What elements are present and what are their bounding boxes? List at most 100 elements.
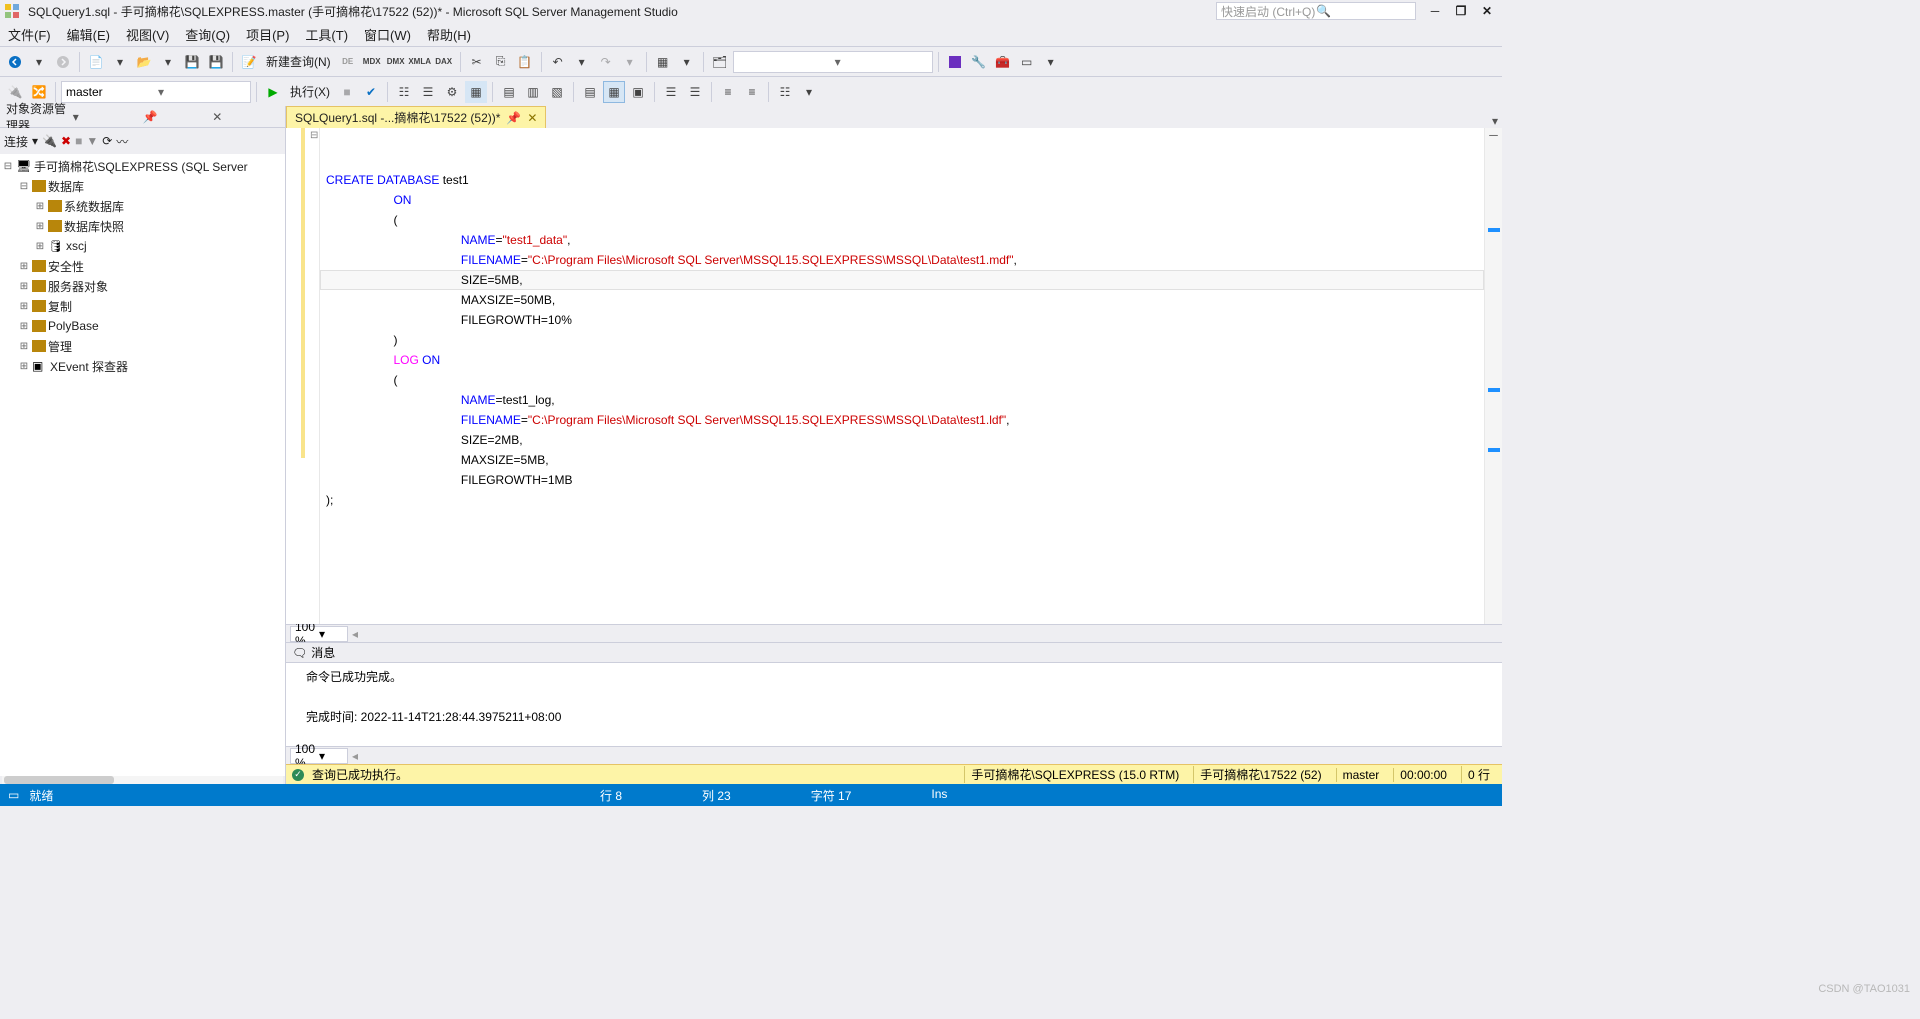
tab-pin-icon[interactable]: 📌 [506,111,521,125]
activity-dropdown[interactable]: ▾ [676,51,698,73]
menu-query[interactable]: 查询(Q) [185,25,230,44]
save-icon[interactable]: 💾 [181,51,203,73]
undo-dropdown[interactable]: ▾ [571,51,593,73]
tree-replication-node[interactable]: ⊞复制 [0,296,285,316]
activity-icon[interactable]: ▦ [652,51,674,73]
startpage-icon[interactable] [944,51,966,73]
results-grid-icon[interactable]: ▦ [465,81,487,103]
outdent-icon[interactable]: ≡ [741,81,763,103]
results-file-icon[interactable]: ▣ [627,81,649,103]
filter-icon[interactable]: ▼ [86,134,98,148]
mdx-icon[interactable]: MDX [361,51,383,73]
solution-icon[interactable]: 🗂 [709,51,731,73]
menu-project[interactable]: 项目(P) [246,25,289,44]
comment-icon[interactable]: ☰ [660,81,682,103]
new-item-icon[interactable]: 📄 [85,51,107,73]
new-query-icon[interactable]: 📝 [238,51,260,73]
copy-icon[interactable]: ⎘ [490,51,512,73]
back-dropdown[interactable]: ▾ [28,51,50,73]
refresh-icon[interactable]: ⟳ [102,134,112,148]
connect-label[interactable]: 连接 [4,133,28,150]
tab-close-icon[interactable]: ✕ [527,111,537,125]
object-explorer-tree[interactable]: ⊟🖥手可摘棉花\SQLEXPRESS (SQL Server ⊟数据库 ⊞系统数… [0,154,285,776]
disconnect-icon[interactable]: ✖ [61,134,71,148]
code-editor[interactable]: ⊟ CREATE DATABASE test1 ON ( NAME="test1… [286,128,1502,624]
execute-play-icon[interactable]: ▶ [262,81,284,103]
open-icon[interactable]: 📂 [133,51,155,73]
connect-icon[interactable]: 🔌 [4,81,26,103]
code-area[interactable]: CREATE DATABASE test1 ON ( NAME="test1_d… [320,128,1484,624]
pin-icon[interactable]: 📌 [143,110,207,124]
menu-window[interactable]: 窗口(W) [364,25,411,44]
solution-combo[interactable]: ▾ [733,51,933,73]
tree-snapshot-node[interactable]: ⊞数据库快照 [0,216,285,236]
open-dropdown[interactable]: ▾ [157,51,179,73]
menu-file[interactable]: 文件(F) [8,25,51,44]
specify-icon[interactable]: ☷ [774,81,796,103]
clientstats-icon[interactable]: ▧ [546,81,568,103]
toolbox-icon[interactable]: 🧰 [992,51,1014,73]
messages-zoom-combo[interactable]: 100 %▾ [290,748,348,764]
undo-icon[interactable]: ↶ [547,51,569,73]
tree-xscj-node[interactable]: ⊞🛢xscj [0,236,285,256]
tree-server-node[interactable]: ⊟🖥手可摘棉花\SQLEXPRESS (SQL Server [0,156,285,176]
menu-view[interactable]: 视图(V) [126,25,169,44]
active-tab[interactable]: SQLQuery1.sql -...摘棉花\17522 (52))* 📌 ✕ [286,106,546,128]
menu-help[interactable]: 帮助(H) [427,25,471,44]
tree-management-node[interactable]: ⊞管理 [0,336,285,356]
de-query-icon[interactable]: DE [337,51,359,73]
dmx-icon[interactable]: DMX [385,51,407,73]
results-grid2-icon[interactable]: ▦ [603,81,625,103]
tree-polybase-node[interactable]: ⊞PolyBase [0,316,285,336]
live-stats-icon[interactable]: ▥ [522,81,544,103]
include-plan-icon[interactable]: ▤ [498,81,520,103]
paste-icon[interactable]: 📋 [514,51,536,73]
pulse-icon[interactable]: 〰 [116,133,128,150]
save-all-icon[interactable]: 💾 [205,51,227,73]
connect-dropdown-icon[interactable]: ▾ [32,134,38,148]
minimize-button[interactable]: ─ [1428,4,1442,18]
close-button[interactable]: ✕ [1480,4,1494,18]
estplan-icon[interactable]: ☰ [417,81,439,103]
cut-icon[interactable]: ✂ [466,51,488,73]
parse-icon[interactable]: ✔ [360,81,382,103]
redo-icon[interactable]: ↷ [595,51,617,73]
new-dropdown[interactable]: ▾ [109,51,131,73]
specify-dropdown[interactable]: ▾ [798,81,820,103]
plan-icon[interactable]: ☷ [393,81,415,103]
stop-icon2[interactable]: ■ [75,134,82,148]
back-button[interactable] [4,51,26,73]
window-position-icon[interactable]: ▾ [73,110,137,124]
window-dropdown[interactable]: ▾ [1040,51,1062,73]
tree-horizontal-scrollbar[interactable] [2,776,283,784]
new-query-button[interactable]: 新建查询(N) [262,53,335,70]
tab-overflow-icon[interactable]: ▾ [1492,114,1498,128]
quick-launch-input[interactable]: 快速启动 (Ctrl+Q) 🔍 [1216,2,1416,20]
options-icon[interactable]: ⚙ [441,81,463,103]
tree-sysdb-node[interactable]: ⊞系统数据库 [0,196,285,216]
menu-tools[interactable]: 工具(T) [305,25,348,44]
forward-button[interactable] [52,51,74,73]
results-text-icon[interactable]: ▤ [579,81,601,103]
tree-serverobj-node[interactable]: ⊞服务器对象 [0,276,285,296]
messages-output[interactable]: 命令已成功完成。 完成时间: 2022-11-14T21:28:44.39752… [286,662,1502,746]
close-panel-icon[interactable]: ✕ [212,110,276,124]
stop-icon[interactable]: ■ [336,81,358,103]
execute-button[interactable]: 执行(X) [286,83,334,100]
zoom-combo[interactable]: 100 %▾ [290,626,348,642]
database-combo[interactable]: master▾ [61,81,251,103]
messages-tab[interactable]: 🗨 消息 [286,642,1502,662]
window-icon[interactable]: ▭ [1016,51,1038,73]
menu-edit[interactable]: 编辑(E) [67,25,110,44]
wrench-icon[interactable]: 🔧 [968,51,990,73]
editor-scrollbar[interactable]: ─ [1484,128,1502,624]
uncomment-icon[interactable]: ☰ [684,81,706,103]
connect-server-icon[interactable]: 🔌 [42,134,57,148]
dax-icon[interactable]: DAX [433,51,455,73]
tree-databases-node[interactable]: ⊟数据库 [0,176,285,196]
tree-security-node[interactable]: ⊞安全性 [0,256,285,276]
maximize-button[interactable]: ❐ [1454,4,1468,18]
tree-xevent-node[interactable]: ⊞▣XEvent 探查器 [0,356,285,376]
redo-dropdown[interactable]: ▾ [619,51,641,73]
xmla-icon[interactable]: XMLA [409,51,431,73]
